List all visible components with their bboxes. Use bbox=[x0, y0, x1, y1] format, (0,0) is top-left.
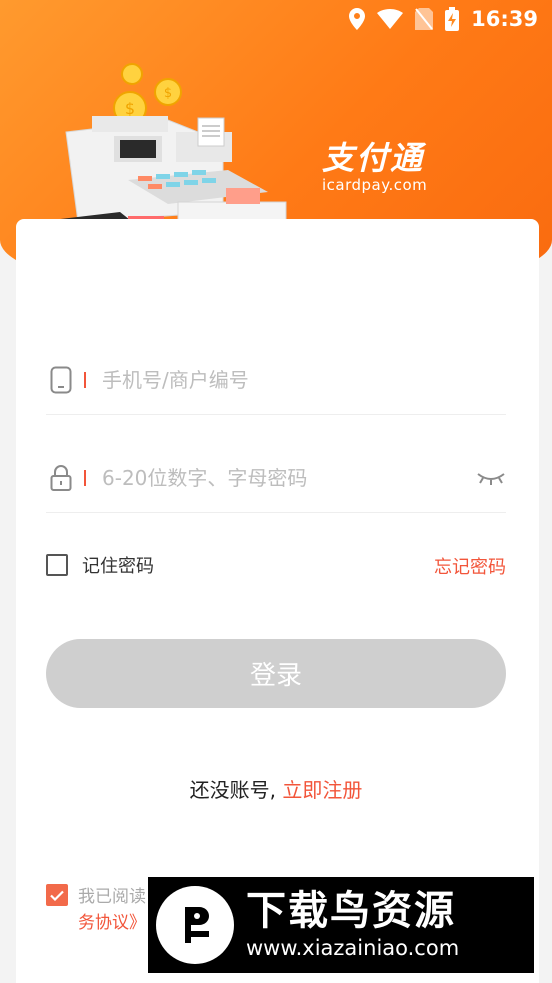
remember-label: 记住密码 bbox=[82, 556, 154, 577]
phone-field bbox=[46, 345, 506, 415]
brand-domain: icardpay.com bbox=[322, 176, 428, 194]
location-icon bbox=[349, 8, 366, 30]
phone-input[interactable] bbox=[102, 367, 506, 392]
watermark-title: 下载鸟资源 bbox=[246, 888, 456, 934]
register-text: 还没账号, bbox=[189, 778, 283, 802]
svg-text:$: $ bbox=[164, 86, 172, 101]
battery-charging-icon bbox=[445, 7, 460, 31]
svg-text:$: $ bbox=[125, 99, 135, 118]
password-field bbox=[46, 443, 506, 513]
watermark-url: www.xiazainiao.com bbox=[246, 936, 460, 960]
register-link[interactable]: 立即注册 bbox=[282, 778, 362, 802]
brand-name: 支付通 bbox=[322, 139, 425, 177]
phone-icon bbox=[46, 366, 76, 394]
forgot-password-link[interactable]: 忘记密码 bbox=[434, 553, 506, 579]
register-prompt: 还没账号, 立即注册 bbox=[0, 774, 552, 803]
remember-password[interactable]: 记住密码 bbox=[46, 552, 154, 578]
field-divider bbox=[84, 371, 86, 388]
login-button[interactable]: 登录 bbox=[46, 639, 506, 708]
lock-icon bbox=[46, 464, 76, 492]
bird-logo-icon bbox=[156, 886, 234, 964]
password-input[interactable] bbox=[102, 465, 472, 490]
watermark-banner: 下载鸟资源 www.xiazainiao.com bbox=[148, 877, 534, 973]
agreement-prefix: 我已阅读 bbox=[78, 887, 146, 907]
agreement-link[interactable]: 务协议》 bbox=[78, 913, 146, 933]
wifi-icon bbox=[377, 9, 404, 29]
status-bar: 16:39 bbox=[0, 0, 552, 38]
brand-logo: 支付通 icardpay.com bbox=[322, 140, 427, 194]
eye-closed-icon[interactable] bbox=[472, 471, 506, 485]
agreement-checkbox[interactable] bbox=[46, 884, 68, 906]
clock-time: 16:39 bbox=[471, 7, 538, 31]
login-card bbox=[16, 219, 539, 983]
field-divider bbox=[84, 469, 86, 486]
no-sim-icon bbox=[415, 8, 434, 30]
remember-checkbox[interactable] bbox=[46, 554, 68, 576]
